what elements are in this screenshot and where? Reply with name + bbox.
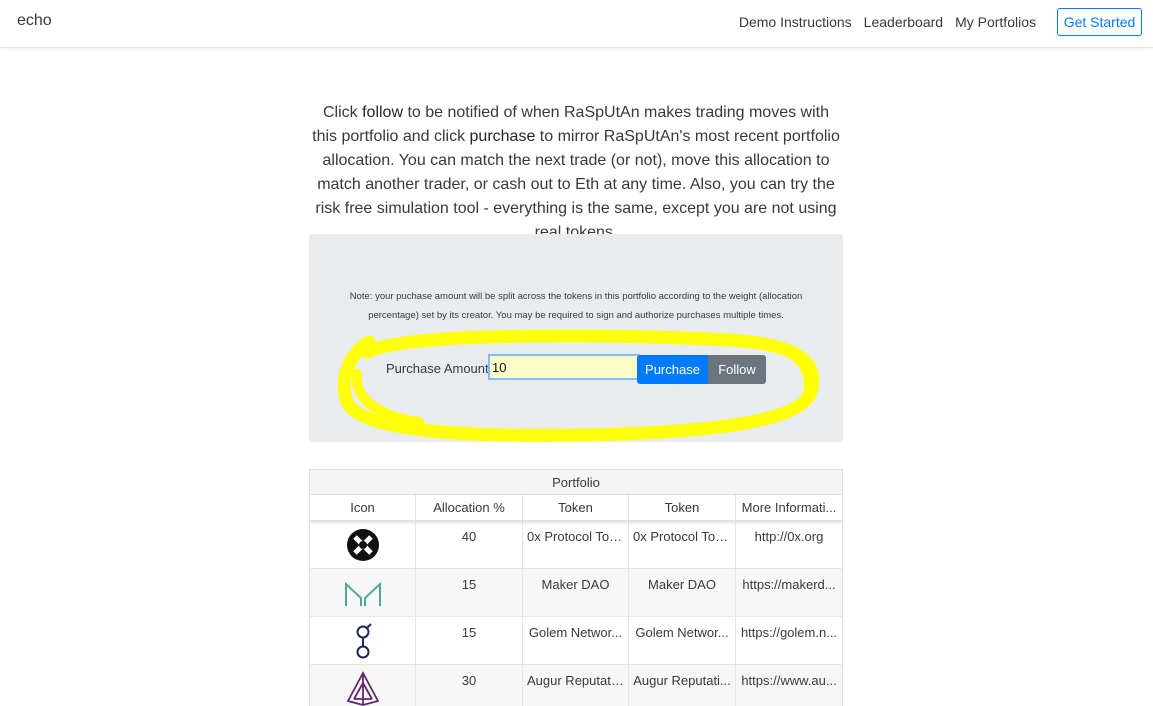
token-icon-cell: [310, 665, 416, 706]
allocation-cell: 30: [416, 665, 523, 706]
token-cell: Augur Reputati...: [523, 665, 629, 706]
table-row[interactable]: 15 Golem Networ... Golem Networ... https…: [310, 617, 842, 665]
token-cell: Maker DAO: [523, 569, 629, 616]
table-row[interactable]: 40 0x Protocol Tok... 0x Protocol Tok...…: [310, 521, 842, 569]
header-icon[interactable]: Icon: [310, 495, 416, 520]
purchase-amount-input[interactable]: [489, 355, 639, 379]
header-token[interactable]: Token: [523, 495, 629, 520]
navbar: echo Demo Instructions Leaderboard My Po…: [0, 0, 1153, 48]
brand-logo[interactable]: echo: [17, 12, 52, 30]
token-cell: Golem Networ...: [523, 617, 629, 664]
allocation-cell: 15: [416, 569, 523, 616]
token-icon-cell: [310, 569, 416, 616]
token-icon-cell: [310, 617, 416, 664]
allocation-cell: 40: [416, 521, 523, 568]
purchase-panel: Note: your puchase amount will be split …: [309, 234, 843, 442]
purchase-note: Note: your puchase amount will be split …: [349, 291, 803, 321]
token-cell-2: Golem Networ...: [629, 617, 736, 664]
token-icon-cell: [310, 521, 416, 568]
intro-text: Click follow to be notified of when RaSp…: [309, 101, 843, 245]
more-info-link[interactable]: https://makerd...: [736, 569, 842, 616]
token-cell: 0x Protocol Tok...: [523, 521, 629, 568]
nav-my-portfolios[interactable]: My Portfolios: [955, 14, 1036, 30]
purchase-keyword: purchase: [469, 128, 536, 145]
table-header: Icon Allocation % Token Token More Infor…: [310, 495, 842, 521]
token-cell-2: Maker DAO: [629, 569, 736, 616]
nav-leaderboard[interactable]: Leaderboard: [864, 14, 943, 30]
nav-links: Demo Instructions Leaderboard My Portfol…: [739, 14, 1036, 30]
allocation-cell: 15: [416, 617, 523, 664]
header-allocation[interactable]: Allocation %: [416, 495, 523, 520]
header-token-2[interactable]: Token: [629, 495, 736, 520]
table-row[interactable]: 30 Augur Reputati... Augur Reputati... h…: [310, 665, 842, 706]
follow-keyword: follow: [362, 104, 403, 121]
highlight-annotation: [337, 329, 820, 442]
golem-icon: [356, 622, 372, 658]
follow-button[interactable]: Follow: [708, 355, 766, 384]
table-title: Portfolio: [310, 470, 842, 495]
more-info-link[interactable]: http://0x.org: [736, 521, 842, 568]
intro-part: Click: [322, 104, 363, 121]
purchase-button[interactable]: Purchase: [637, 355, 708, 384]
augur-icon: [346, 670, 379, 706]
more-info-link[interactable]: https://golem.n...: [736, 617, 842, 664]
portfolio-table: Portfolio Icon Allocation % Token Token …: [309, 469, 843, 706]
purchase-row: Purchase Amount: Purchase Follow: [309, 353, 843, 387]
purchase-amount-label: Purchase Amount:: [386, 361, 493, 376]
get-started-button[interactable]: Get Started: [1057, 8, 1142, 36]
header-more-info[interactable]: More Informati...: [736, 495, 842, 520]
nav-demo-instructions[interactable]: Demo Instructions: [739, 14, 852, 30]
token-cell-2: 0x Protocol Tok...: [629, 521, 736, 568]
token-cell-2: Augur Reputati...: [629, 665, 736, 706]
0x-protocol-icon: [346, 528, 379, 561]
more-info-link[interactable]: https://www.au...: [736, 665, 842, 706]
table-row[interactable]: 15 Maker DAO Maker DAO https://makerd...: [310, 569, 842, 617]
maker-icon: [344, 581, 381, 606]
